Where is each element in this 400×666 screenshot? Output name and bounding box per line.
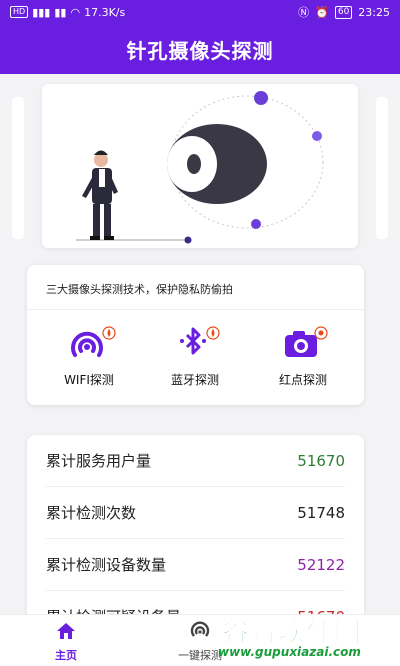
bluetooth-icon	[180, 326, 220, 355]
stat-label: 累计检测次数	[46, 504, 137, 522]
watermark-brand: 谷普软件园	[222, 617, 362, 649]
alarm-icon: ⏰	[315, 5, 329, 19]
battery-icon: 60	[334, 5, 353, 19]
carousel-peek-right[interactable]	[376, 97, 388, 239]
camera-icon	[285, 326, 328, 357]
watermark-url: www.gupuxiazai.com	[218, 645, 361, 659]
network-badge: HD	[10, 6, 29, 18]
scan-icon	[190, 621, 210, 637]
clock-time: 23:25	[358, 5, 390, 19]
hero-banner[interactable]	[42, 84, 358, 248]
features-note: 三大摄像头探测技术，保护隐私防偷拍	[46, 283, 233, 296]
redpoint-detect-button[interactable]: 红点探测	[253, 325, 353, 388]
status-bar: HD ▮▮▮ ▮▮ ◠ 17.3K/s Ⓝ ⏰ 60 23:25	[0, 0, 400, 24]
wifi-detect-label: WIFI探测	[64, 373, 114, 387]
stat-label: 累计服务用户量	[46, 452, 152, 470]
wifi-detect-button[interactable]: WIFI探测	[39, 325, 139, 388]
divider	[27, 309, 364, 310]
nav-home-label: 主页	[55, 649, 77, 662]
nfc-icon: Ⓝ	[298, 6, 310, 19]
stat-row-detections: 累计检测次数 51748	[46, 487, 345, 539]
stat-value: 52122	[297, 555, 345, 574]
wifi-scan-icon	[71, 326, 116, 357]
page-title: 针孔摄像头探测	[126, 38, 274, 63]
detection-features-card: 三大摄像头探测技术，保护隐私防偷拍 WIFI探测 蓝牙探测 红点探测	[27, 265, 364, 405]
stat-row-users: 累计服务用户量 51670	[46, 435, 345, 487]
home-icon	[57, 623, 75, 639]
redpoint-detect-label: 红点探测	[278, 373, 327, 387]
stat-value: 51670	[297, 451, 345, 470]
watermark: 谷普软件园 www.gupuxiazai.com	[218, 610, 400, 666]
hero-illustration	[76, 91, 324, 244]
wifi-status-icon: ◠	[70, 5, 81, 19]
bluetooth-detect-button[interactable]: 蓝牙探测	[145, 325, 245, 388]
signal-icon-2: ▮▮	[54, 5, 67, 19]
app-bar: 针孔摄像头探测	[0, 24, 400, 74]
stat-label: 累计检测设备数量	[46, 556, 167, 574]
network-speed: 17.3K/s	[84, 5, 126, 19]
stat-row-devices: 累计检测设备数量 52122	[46, 539, 345, 591]
nav-home[interactable]: 主页	[16, 621, 116, 663]
stat-value: 51748	[297, 503, 345, 522]
carousel-peek-left[interactable]	[12, 97, 24, 239]
signal-icon: ▮▮▮	[32, 5, 51, 19]
bluetooth-detect-label: 蓝牙探测	[170, 373, 219, 387]
